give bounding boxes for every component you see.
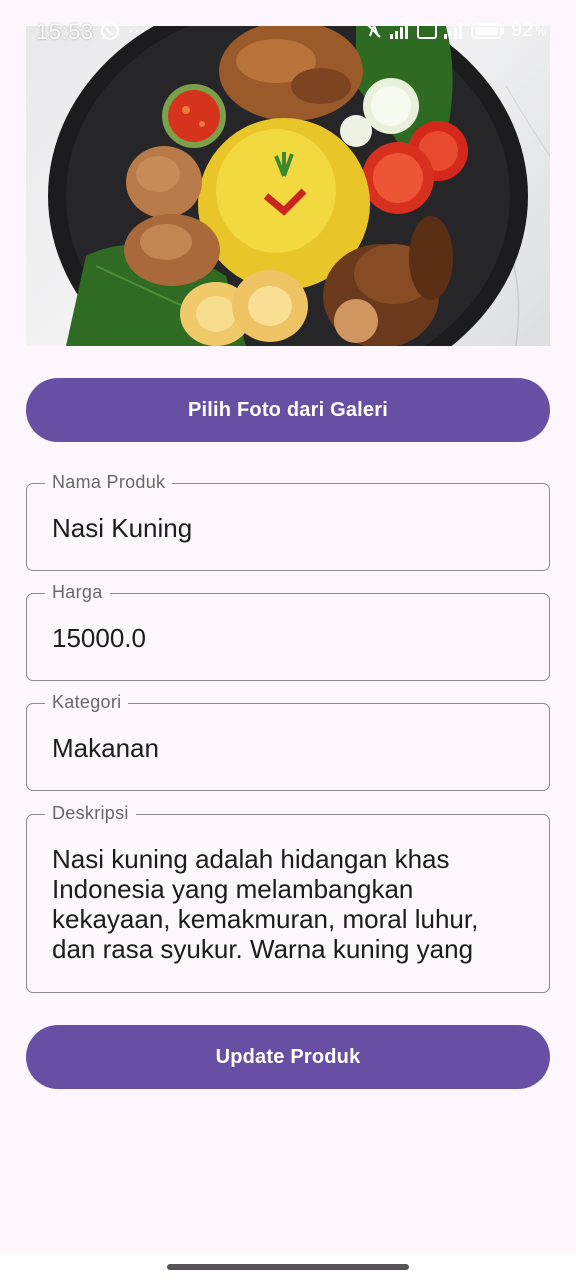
signal-icon: [390, 22, 409, 39]
product-name-label: Nama Produk: [45, 471, 173, 493]
price-input[interactable]: 15000.0: [52, 623, 527, 653]
description-input[interactable]: Nasi kuning adalah hidangan khas Indones…: [52, 844, 527, 968]
navigation-bar: [0, 1254, 576, 1280]
product-photo: [26, 26, 550, 346]
description-label: Deskripsi: [45, 802, 136, 824]
description-field[interactable]: Deskripsi Nasi kuning adalah hidangan kh…: [26, 802, 550, 993]
status-time: 15:53: [36, 19, 94, 44]
whatsapp-icon: [101, 21, 119, 40]
home-gesture-handle[interactable]: [167, 1264, 409, 1270]
more-notifications-icon: ···: [128, 20, 146, 40]
status-system-icons: 92 %: [365, 19, 546, 42]
mute-icon: [367, 21, 381, 38]
status-bar: 15:53 ··· 92 %: [0, 0, 576, 62]
pick-photo-gallery-button[interactable]: Pilih Foto dari Galeri: [26, 378, 550, 442]
signal-icon-2: [444, 22, 463, 39]
update-product-button[interactable]: Update Produk: [26, 1025, 550, 1089]
category-field[interactable]: Kategori Makanan: [26, 691, 550, 791]
product-name-input[interactable]: Nasi Kuning: [52, 513, 527, 543]
battery-icon: [471, 22, 505, 39]
product-name-field[interactable]: Nama Produk Nasi Kuning: [26, 471, 550, 571]
category-input[interactable]: Makanan: [52, 733, 527, 763]
status-notification-icons: ···: [100, 20, 146, 41]
battery-percent-unit: %: [535, 23, 546, 38]
nasi-kuning-image: [48, 26, 550, 346]
volte-icon: [417, 22, 438, 39]
category-label: Kategori: [45, 691, 129, 713]
price-field[interactable]: Harga 15000.0: [26, 581, 550, 681]
battery-percent: 92: [511, 19, 534, 41]
price-label: Harga: [45, 581, 110, 603]
